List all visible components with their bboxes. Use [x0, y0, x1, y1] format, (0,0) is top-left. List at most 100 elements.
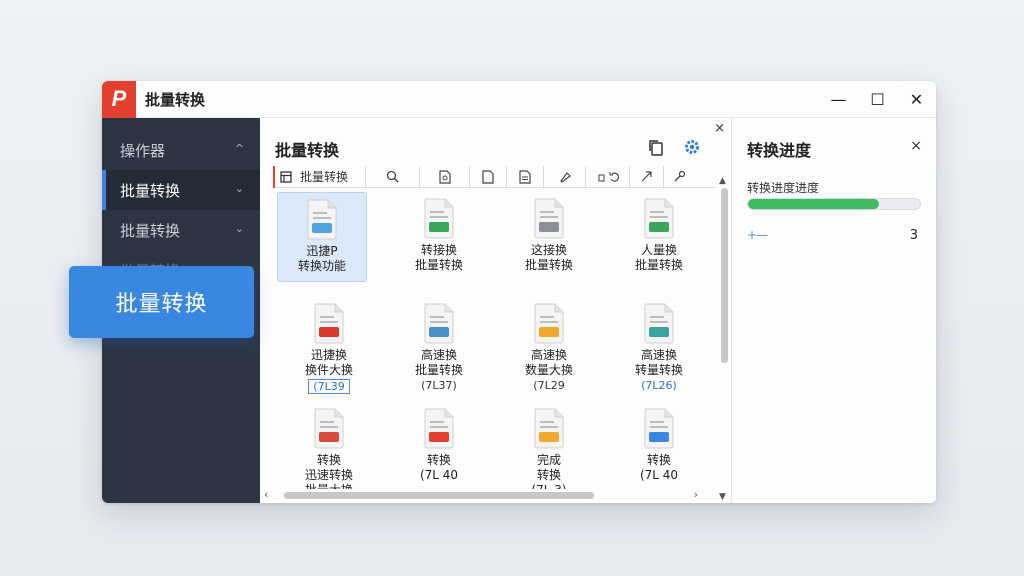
- maximize-button[interactable]: ☐: [858, 81, 897, 118]
- file-item[interactable]: 人量换 批量转换: [604, 192, 714, 297]
- file-grid: 迅捷P 转换功能 转接换 批量转换 这接换 批量转换 人量换 批量转换 迅捷换 换件大换 (7L39…: [274, 192, 714, 489]
- file-label: 数量大换: [524, 363, 573, 377]
- sidebar-item-label: 操作器: [120, 141, 166, 160]
- panel-actions: [645, 136, 703, 158]
- file-label: 完成: [536, 453, 561, 467]
- file-label: (7L 40: [419, 468, 459, 482]
- file-size: (7L37): [421, 379, 457, 392]
- file-label: 这接换: [530, 243, 567, 257]
- app-logo: P: [102, 81, 136, 118]
- file-label: 高速换: [640, 348, 677, 362]
- file-item[interactable]: 转换迅速转换批量大换: [274, 402, 384, 489]
- progress-close-button[interactable]: ×: [910, 138, 922, 154]
- horizontal-scrollbar[interactable]: ‹ ›: [264, 488, 716, 501]
- scroll-up-icon[interactable]: ▲: [719, 176, 726, 186]
- progress-panel: 转换进度 × 转换进度进度 +— 3: [732, 118, 936, 503]
- file-label: (7L 40: [639, 468, 679, 482]
- toolbar: 批量转换: [273, 165, 715, 188]
- file-label: 人量换: [640, 243, 677, 257]
- file-item[interactable]: 高速换 批量转换 (7L37): [384, 297, 494, 402]
- progress-dash: +—: [747, 228, 768, 242]
- progress-label: 转换进度进度: [747, 181, 820, 195]
- file-item[interactable]: 这接换 批量转换: [494, 192, 604, 297]
- file-item[interactable]: 迅捷换 换件大换 (7L39: [274, 297, 384, 402]
- link-icon[interactable]: [664, 166, 694, 188]
- scroll-down-icon[interactable]: ▼: [719, 492, 726, 502]
- file-label: 迅捷换: [310, 348, 347, 362]
- file-label: 转换: [536, 468, 561, 482]
- file-item[interactable]: 完成转换(7L 3): [494, 402, 604, 489]
- paint-icon[interactable]: [544, 165, 586, 188]
- progress-title: 转换进度: [747, 141, 812, 160]
- file-label: 迅速转换: [304, 468, 353, 482]
- file-size: (7L39: [308, 379, 350, 394]
- sidebar-item-operator[interactable]: 操作器 ^: [102, 130, 260, 170]
- file-size: (7L26): [641, 379, 677, 392]
- file-label: 换件大换: [304, 363, 353, 377]
- file-item[interactable]: 高速换 数量大换 (7L29: [494, 297, 604, 402]
- minimize-button[interactable]: —: [819, 81, 858, 118]
- file-size: (7L29: [533, 379, 565, 392]
- title-bar: P 批量转换 — ☐ ✕: [102, 81, 936, 118]
- document-icon[interactable]: [507, 165, 544, 188]
- file-icon: [307, 199, 337, 240]
- file-label: 高速换: [420, 348, 457, 362]
- scroll-right-icon[interactable]: ›: [694, 488, 698, 501]
- sidebar-item-label: 批量转换: [120, 221, 181, 240]
- toolbar-label: 批量转换: [300, 170, 349, 184]
- file-search-icon[interactable]: [420, 165, 470, 188]
- file-label: 转换: [316, 453, 341, 467]
- arrow-icon[interactable]: [630, 165, 664, 188]
- main-panel: 批量转换 × 批量转换 迅捷P 转换功能 转接换 批量转换 这接换 批量转换 人…: [260, 118, 732, 503]
- file-label: 批量转换: [414, 363, 463, 377]
- file-label: 转换: [646, 453, 671, 467]
- file-item[interactable]: 转换 (7L 40: [384, 402, 494, 489]
- copy-icon[interactable]: [645, 136, 667, 158]
- file-icon: [534, 198, 564, 239]
- sidebar-item-batch-convert-2[interactable]: 批量转换 ⌄: [102, 210, 260, 250]
- file-label: 批量转换: [414, 258, 463, 272]
- file-label: 迅捷P: [306, 244, 338, 258]
- chevron-down-icon: ⌄: [234, 182, 244, 195]
- file-icon[interactable]: [470, 165, 507, 188]
- file-item[interactable]: 迅捷P 转换功能: [277, 192, 367, 282]
- file-icon: [314, 408, 344, 449]
- search-icon[interactable]: [366, 165, 420, 188]
- file-label: 转换: [426, 453, 451, 467]
- file-label: 转换功能: [297, 259, 346, 273]
- undo-icon[interactable]: [586, 165, 630, 188]
- file-icon: [424, 198, 454, 239]
- scroll-thumb[interactable]: [721, 188, 728, 363]
- gear-icon[interactable]: [681, 136, 703, 158]
- scroll-left-icon[interactable]: ‹: [264, 488, 268, 501]
- scroll-thumb[interactable]: [284, 492, 594, 499]
- file-icon: [424, 303, 454, 344]
- file-icon: [314, 303, 344, 344]
- file-icon: [534, 303, 564, 344]
- window-controls: — ☐ ✕: [819, 81, 936, 118]
- file-item[interactable]: 转接换 批量转换: [384, 192, 494, 297]
- file-label: 转量转换: [634, 363, 683, 377]
- file-label: 转接换: [420, 243, 457, 257]
- file-item[interactable]: 转换 (7L 40: [604, 402, 714, 489]
- file-icon: [644, 408, 674, 449]
- window-title: 批量转换: [145, 90, 206, 109]
- vertical-scrollbar[interactable]: ▲ ▼: [719, 176, 729, 502]
- toolbar-batch-convert[interactable]: 批量转换: [273, 165, 366, 188]
- progress-fill: [748, 199, 879, 209]
- sidebar-item-label: 批量转换: [120, 181, 181, 200]
- panel-close-button[interactable]: ×: [714, 121, 725, 136]
- progress-bar: [747, 198, 921, 210]
- sidebar-item-batch-convert[interactable]: 批量转换 ⌄: [102, 170, 260, 210]
- file-label: 批量转换: [634, 258, 683, 272]
- chevron-down-icon: ⌄: [234, 222, 244, 235]
- file-label: 高速换: [530, 348, 567, 362]
- progress-count: 3: [909, 228, 918, 243]
- file-icon: [644, 303, 674, 344]
- list-icon: [280, 170, 292, 183]
- file-item[interactable]: 高速换 转量转换 (7L26): [604, 297, 714, 402]
- batch-convert-button[interactable]: 批量转换: [69, 266, 254, 338]
- chevron-up-icon: ^: [234, 142, 244, 155]
- file-icon: [424, 408, 454, 449]
- close-button[interactable]: ✕: [897, 81, 936, 118]
